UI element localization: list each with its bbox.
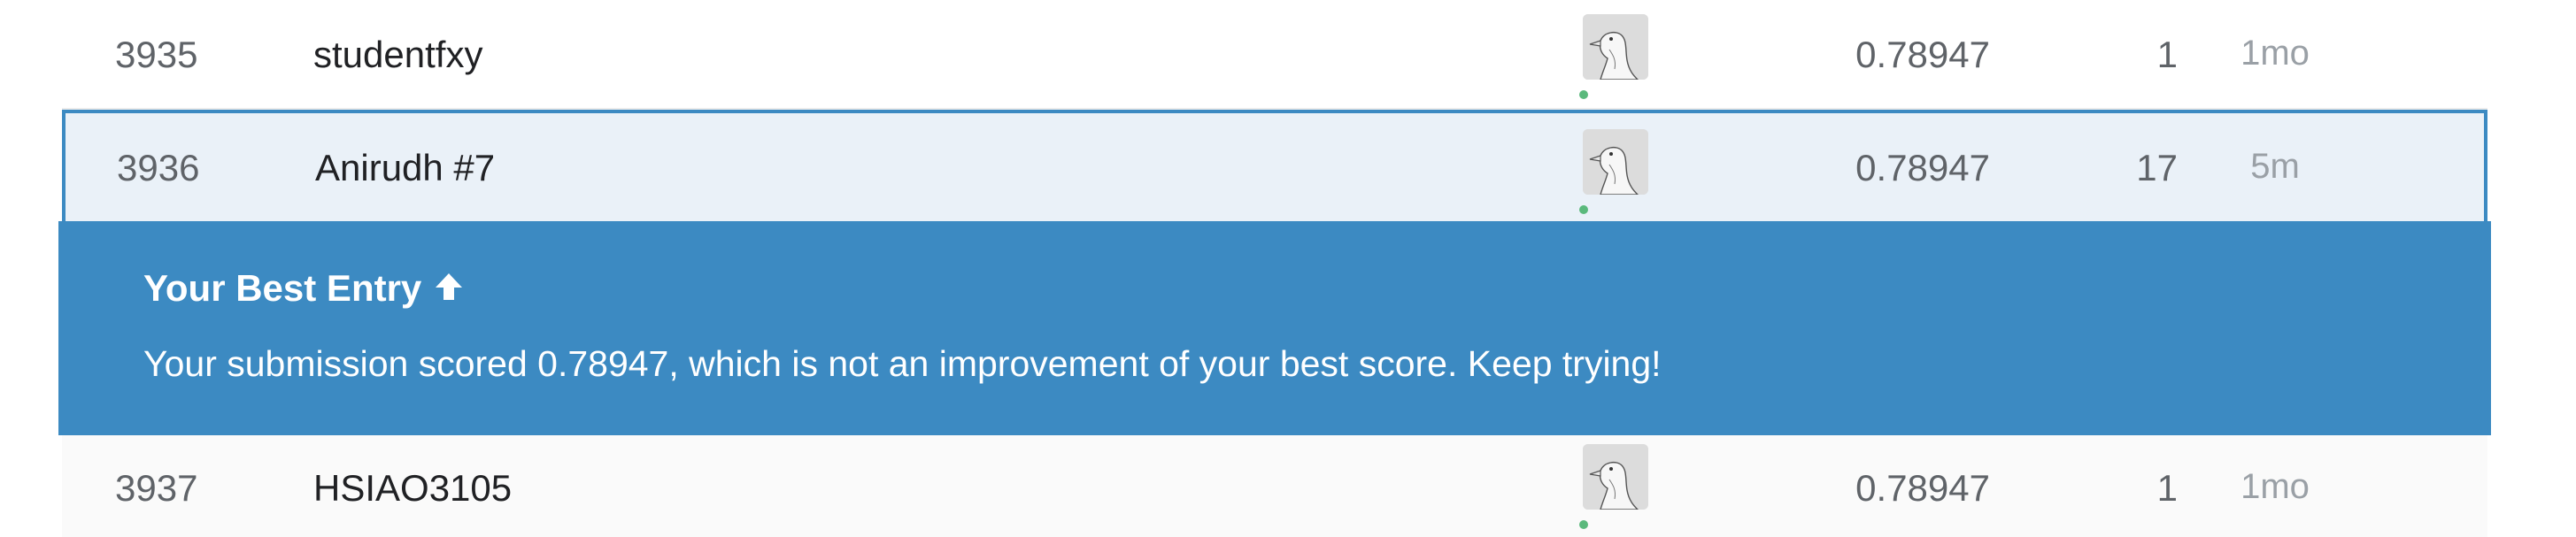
- goose-avatar-icon[interactable]: [1583, 129, 1648, 195]
- score-cell: 0.78947: [1855, 467, 1990, 509]
- goose-avatar-icon[interactable]: [1583, 444, 1648, 510]
- table-row[interactable]: 3937 HSIAO3105 0.78947 1 1mo: [62, 435, 2487, 537]
- last-submission-cell: 5m: [2250, 147, 2300, 186]
- score-cell: 0.78947: [1855, 147, 1990, 188]
- team-name-link[interactable]: HSIAO3105: [313, 467, 512, 510]
- team-name-link[interactable]: Anirudh #7: [315, 147, 495, 189]
- rank-cell: 3937: [115, 467, 198, 509]
- table-row-current-user[interactable]: 3936 Anirudh #7 0.78947 17 5m: [62, 110, 2487, 221]
- rank-cell: 3936: [117, 147, 200, 188]
- arrow-up-icon: [432, 270, 466, 312]
- banner-title-text: Your Best Entry: [143, 267, 422, 309]
- table-row[interactable]: 3935 studentfxy 0.78947 1 1mo: [62, 0, 2487, 110]
- score-cell: 0.78947: [1855, 34, 1990, 75]
- online-status-dot: [1579, 90, 1588, 99]
- entries-cell: 1: [2156, 34, 2178, 75]
- goose-avatar-icon[interactable]: [1583, 14, 1648, 80]
- entries-cell: 1: [2156, 467, 2178, 509]
- best-entry-banner: Your Best Entry Your submission scored 0…: [58, 221, 2491, 435]
- last-submission-cell: 1mo: [2241, 467, 2310, 506]
- rank-cell: 3935: [115, 34, 198, 75]
- banner-title: Your Best Entry: [143, 267, 466, 312]
- online-status-dot: [1579, 205, 1588, 214]
- online-status-dot: [1579, 520, 1588, 529]
- entries-cell: 17: [2136, 147, 2178, 188]
- team-name-link[interactable]: studentfxy: [313, 34, 482, 76]
- leaderboard: 3935 studentfxy 0.78947 1 1mo 3936 Aniru…: [0, 0, 2576, 537]
- last-submission-cell: 1mo: [2241, 34, 2310, 73]
- banner-message: Your submission scored 0.78947, which is…: [143, 343, 1662, 384]
